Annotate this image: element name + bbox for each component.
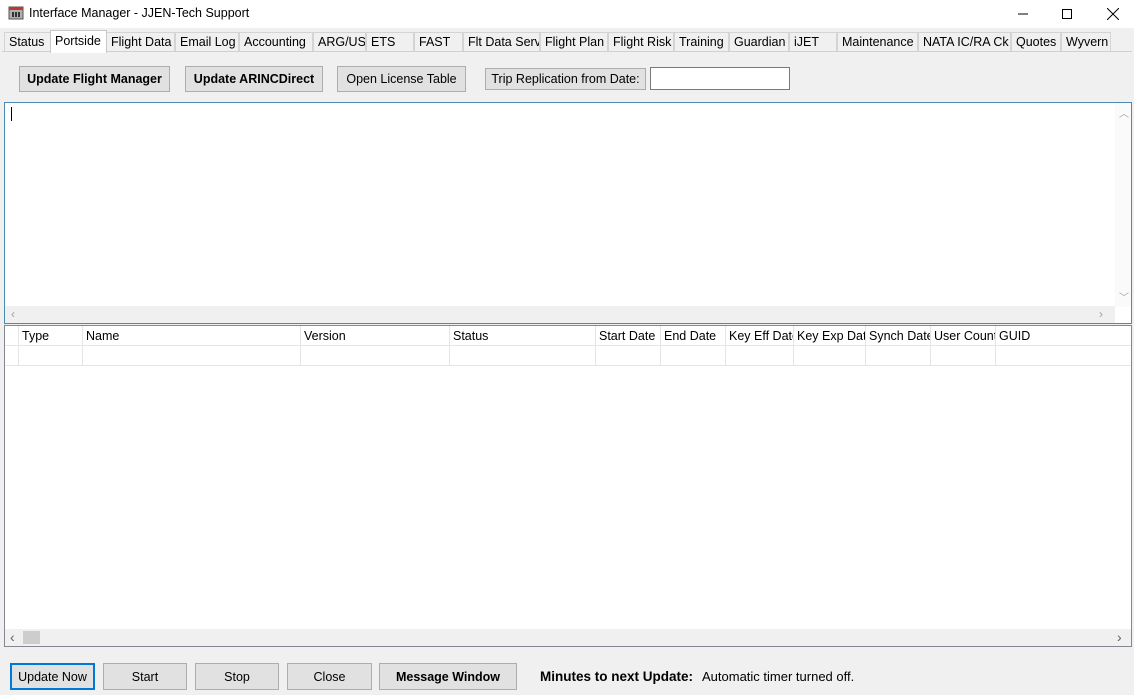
tab-accounting[interactable]: Accounting <box>239 32 313 52</box>
cell-key-eff-date[interactable] <box>726 346 794 366</box>
column-header-status[interactable]: Status <box>450 326 596 346</box>
cell-user-count[interactable] <box>931 346 996 366</box>
tab-portside[interactable]: Portside <box>50 30 107 53</box>
log-vertical-scrollbar[interactable]: ︿ ﹀ <box>1115 103 1131 307</box>
scroll-left-icon[interactable]: ‹ <box>11 307 15 321</box>
column-header-name[interactable]: Name <box>83 326 301 346</box>
column-header-version[interactable]: Version <box>301 326 450 346</box>
timer-status-text: Automatic timer turned off. <box>702 669 855 684</box>
log-text-area[interactable]: ︿ ﹀ ‹ › <box>4 102 1132 324</box>
app-icon <box>8 6 24 20</box>
scroll-down-icon[interactable]: ﹀ <box>1119 289 1129 304</box>
cell-version[interactable] <box>301 346 450 366</box>
tab-flt-data-serv[interactable]: Flt Data Serv <box>463 32 540 52</box>
column-header-key-exp-date[interactable]: Key Exp Date <box>794 326 866 346</box>
row-header-cell[interactable] <box>5 346 19 366</box>
message-window-button[interactable]: Message Window <box>379 663 517 690</box>
column-header-synch-date[interactable]: Synch Date <box>866 326 931 346</box>
license-grid[interactable]: Type Name Version Status Start Date End … <box>4 325 1132 647</box>
update-now-button[interactable]: Update Now <box>10 663 95 690</box>
tab-training[interactable]: Training <box>674 32 729 52</box>
close-button[interactable]: Close <box>287 663 372 690</box>
tab-flight-risk[interactable]: Flight Risk <box>608 32 674 52</box>
scroll-right-icon[interactable]: › <box>1099 307 1103 321</box>
update-flight-manager-button[interactable]: Update Flight Manager <box>19 66 170 92</box>
column-header-user-count[interactable]: User Count <box>931 326 996 346</box>
cell-end-date[interactable] <box>661 346 726 366</box>
start-button[interactable]: Start <box>103 663 187 690</box>
row-header-column <box>5 326 19 346</box>
tab-argus[interactable]: ARG/US <box>313 32 366 52</box>
minimize-icon <box>1018 13 1028 15</box>
grid-header: Type Name Version Status Start Date End … <box>5 326 1131 346</box>
close-window-button[interactable] <box>1090 0 1134 28</box>
tab-flight-plan[interactable]: Flight Plan <box>540 32 608 52</box>
stop-button[interactable]: Stop <box>195 663 279 690</box>
tab-wyvern[interactable]: Wyvern <box>1061 32 1111 52</box>
column-header-end-date[interactable]: End Date <box>661 326 726 346</box>
minutes-to-next-update-label: Minutes to next Update: <box>540 669 694 684</box>
tab-fast[interactable]: FAST <box>414 32 463 52</box>
trip-replication-button[interactable]: Trip Replication from Date: <box>485 68 646 90</box>
tab-ets[interactable]: ETS <box>366 32 414 52</box>
column-header-guid[interactable]: GUID <box>996 326 1131 346</box>
table-row[interactable] <box>5 346 1131 366</box>
tab-guardian[interactable]: Guardian <box>729 32 789 52</box>
trip-replication-date-input[interactable] <box>650 67 790 90</box>
tab-flight-data[interactable]: Flight Data <box>106 32 175 52</box>
log-horizontal-scrollbar[interactable]: ‹ › <box>5 306 1115 323</box>
cell-name[interactable] <box>83 346 301 366</box>
tab-quotes[interactable]: Quotes <box>1011 32 1061 52</box>
cell-start-date[interactable] <box>596 346 661 366</box>
grid-scroll-right-icon[interactable]: › <box>1117 629 1122 645</box>
cell-key-exp-date[interactable] <box>794 346 866 366</box>
text-caret <box>11 107 12 121</box>
window-title: Interface Manager - JJEN-Tech Support <box>29 6 250 20</box>
cell-status[interactable] <box>450 346 596 366</box>
tab-nata-icra-ck[interactable]: NATA IC/RA Ck <box>918 32 1011 52</box>
grid-scroll-left-icon[interactable]: ‹ <box>10 629 15 645</box>
maximize-icon <box>1062 9 1072 19</box>
tab-status[interactable]: Status <box>4 32 51 52</box>
grid-horizontal-scrollbar[interactable]: ‹ › <box>5 629 1131 646</box>
open-license-table-button[interactable]: Open License Table <box>337 66 466 92</box>
tab-maintenance[interactable]: Maintenance <box>837 32 918 52</box>
minimize-button[interactable] <box>1000 0 1046 28</box>
cell-synch-date[interactable] <box>866 346 931 366</box>
title-bar: Interface Manager - JJEN-Tech Support <box>0 0 1134 28</box>
column-header-key-eff-date[interactable]: Key Eff Date <box>726 326 794 346</box>
cell-type[interactable] <box>19 346 83 366</box>
column-header-type[interactable]: Type <box>19 326 83 346</box>
tab-strip: Status Portside Flight Data Email Log Ac… <box>0 30 1134 53</box>
tab-email-log[interactable]: Email Log <box>175 32 239 52</box>
maximize-button[interactable] <box>1044 0 1090 28</box>
column-header-start-date[interactable]: Start Date <box>596 326 661 346</box>
cell-guid[interactable] <box>996 346 1131 366</box>
close-icon <box>1107 8 1119 20</box>
scroll-up-icon[interactable]: ︿ <box>1119 105 1129 120</box>
update-arincdirect-button[interactable]: Update ARINCDirect <box>185 66 323 92</box>
grid-scrollbar-thumb[interactable] <box>23 631 40 644</box>
tab-ijet[interactable]: iJET <box>789 32 837 52</box>
